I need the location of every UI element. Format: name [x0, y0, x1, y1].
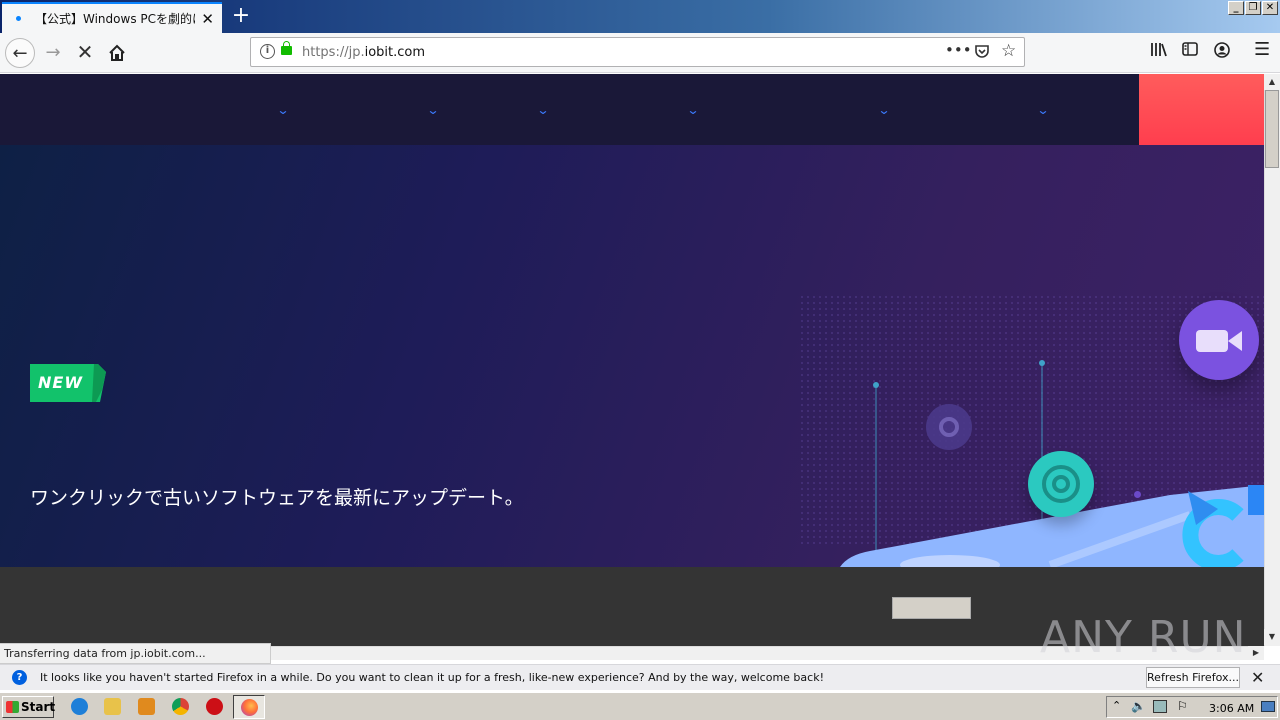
notification-bar: ? It looks like you haven't started Fire… — [0, 664, 1280, 690]
tab-close-icon[interactable]: ✕ — [201, 10, 214, 28]
nav-cta-button[interactable] — [1139, 74, 1264, 145]
nav-dropdown-chevron-icon[interactable]: ⌄ — [686, 103, 699, 117]
home-button[interactable] — [102, 38, 132, 68]
nav-dropdown-chevron-icon[interactable]: ⌄ — [877, 103, 890, 117]
info-icon[interactable]: i — [260, 44, 275, 59]
bookmark-star-icon[interactable]: ☆ — [1001, 41, 1016, 61]
menu-icon[interactable]: ☰ — [1254, 39, 1270, 60]
site-navigation: ⌄ ⌄ ⌄ ⌄ ⌄ ⌄ — [0, 74, 1264, 145]
back-button[interactable]: ← — [5, 38, 35, 68]
stop-loading-button[interactable]: ✕ — [70, 38, 100, 68]
restore-button[interactable]: ❐ — [1245, 1, 1261, 15]
firefox-icon — [241, 699, 258, 716]
account-icon[interactable] — [1214, 42, 1230, 62]
url-bar[interactable]: i https://jp.iobit.com ••• ☆ — [250, 37, 1025, 67]
folder-icon[interactable] — [104, 698, 121, 715]
nav-dropdown-chevron-icon[interactable]: ⌄ — [426, 103, 439, 117]
start-button[interactable]: Start — [2, 696, 56, 718]
new-badge-label: NEW — [38, 373, 83, 392]
chrome-icon[interactable] — [172, 698, 189, 715]
nav-dropdown-chevron-icon[interactable]: ⌄ — [1036, 103, 1049, 117]
nav-dropdown-chevron-icon[interactable]: ⌄ — [536, 103, 549, 117]
anyrun-watermark: ANY RUN — [1040, 612, 1247, 663]
opera-icon[interactable] — [206, 698, 223, 715]
section-button[interactable] — [892, 597, 971, 619]
windows-logo-icon — [6, 701, 19, 713]
status-text: Transferring data from jp.iobit.com... — [0, 643, 271, 664]
taskbar: Start ⌃ 🔈 ⚐ 3:06 AM — [0, 692, 1280, 720]
sidebar-icon[interactable] — [1182, 42, 1198, 60]
notification-message: It looks like you haven't started Firefo… — [40, 671, 824, 684]
nav-dropdown-chevron-icon[interactable]: ⌄ — [276, 103, 289, 117]
notification-close-icon[interactable]: ✕ — [1251, 668, 1264, 687]
clock: 3:06 AM — [1209, 702, 1255, 715]
vertical-scroll-thumb[interactable] — [1265, 90, 1279, 168]
action-center-flag-icon[interactable]: ⚐ — [1177, 699, 1188, 713]
hero-tagline: ワンクリックで古いソフトウェアを最新にアップデート。 — [30, 487, 524, 509]
firefox-app-icon — [926, 404, 972, 450]
chrome-app-icon — [1028, 451, 1094, 517]
question-icon: ? — [12, 670, 27, 685]
tab-title: 【公式】Windows PCを劇的に高速化 — [35, 12, 195, 26]
page-actions-icon[interactable]: ••• — [945, 41, 972, 59]
navigation-toolbar: ← → ✕ i https://jp.iobit.com ••• ☆ ☰ — [0, 33, 1280, 73]
hero-banner: NEW ワンクリックで古いソフトウェアを最新にアップデート。 — [0, 145, 1264, 567]
start-label: Start — [21, 700, 56, 714]
library-icon[interactable] — [1150, 42, 1167, 61]
page-viewport: ⌄ ⌄ ⌄ ⌄ ⌄ ⌄ NEW ワンクリックで古いソフトウェアを最新にアップデー… — [0, 74, 1264, 646]
scroll-right-arrow-icon[interactable]: ▶ — [1248, 646, 1264, 660]
minimize-button[interactable]: _ — [1228, 1, 1244, 15]
url-text[interactable]: https://jp.iobit.com — [302, 45, 425, 60]
lock-icon[interactable] — [281, 41, 292, 55]
close-window-button[interactable]: ✕ — [1262, 1, 1278, 15]
new-tab-button[interactable]: + — [230, 3, 252, 29]
scroll-down-arrow-icon[interactable]: ▼ — [1264, 629, 1280, 645]
home-icon — [109, 44, 125, 61]
loading-dot-icon — [16, 16, 21, 21]
show-desktop-icon[interactable] — [1261, 701, 1275, 712]
forward-button[interactable]: → — [38, 38, 68, 68]
media-player-icon[interactable] — [138, 698, 155, 715]
decor-dot — [1134, 491, 1141, 498]
scroll-up-arrow-icon[interactable]: ▲ — [1264, 74, 1280, 90]
update-arrow-icon — [1182, 485, 1264, 567]
window-titlebar: 【公式】Windows PCを劇的に高速化 ✕ + _ ❐ ✕ — [0, 0, 1280, 33]
network-icon[interactable] — [1153, 700, 1167, 713]
show-hidden-icons-icon[interactable]: ⌃ — [1112, 699, 1121, 712]
browser-tab[interactable]: 【公式】Windows PCを劇的に高速化 ✕ — [2, 2, 222, 33]
volume-icon[interactable]: 🔈 — [1131, 699, 1146, 713]
pocket-icon[interactable] — [974, 43, 990, 63]
zoom-camera-app-icon — [1179, 300, 1259, 380]
refresh-firefox-button[interactable]: Refresh Firefox... — [1146, 667, 1240, 688]
internet-explorer-icon[interactable] — [71, 698, 88, 715]
firefox-taskbar-button[interactable] — [233, 695, 265, 719]
